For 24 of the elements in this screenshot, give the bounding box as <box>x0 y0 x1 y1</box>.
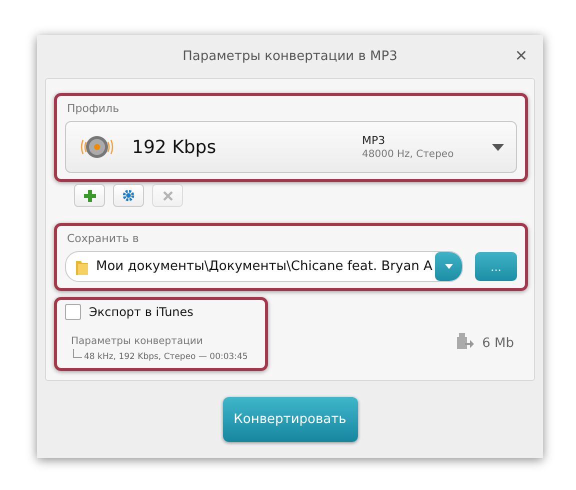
conversion-label: Параметры конвертации <box>71 336 204 347</box>
window-title: Параметры конвертации в MP3 <box>182 49 398 64</box>
browse-button[interactable]: ... <box>475 252 517 281</box>
file-size: 6 Mb <box>482 336 514 350</box>
close-button[interactable]: × <box>509 45 533 68</box>
add-button[interactable] <box>74 184 105 207</box>
folder-icon <box>76 258 88 274</box>
checkbox[interactable] <box>65 304 81 320</box>
caret-icon <box>444 264 452 269</box>
profile-label: Профиль <box>67 102 120 115</box>
plus-icon <box>84 190 96 202</box>
path-field[interactable]: Мои документы\Документы\Chicane feat. Bryan A <box>65 251 463 282</box>
save-label: Сохранить в <box>67 232 140 245</box>
conversion-summary: 48 kHz, 192 Kbps, Стерео — 00:03:45 <box>84 352 248 362</box>
dropdown-button[interactable] <box>435 252 462 281</box>
close-icon <box>162 190 172 200</box>
caret-icon <box>492 144 504 150</box>
gear-icon <box>122 189 135 202</box>
checkbox-label: Экспорт в iTunes <box>89 305 194 319</box>
profile-dropdown[interactable]: 192 Kbps MP3 48000 Hz, Стерео <box>65 121 517 173</box>
format-details: 48000 Hz, Стерео <box>362 149 455 160</box>
format-name: MP3 <box>362 134 386 147</box>
speaker-icon <box>80 133 114 161</box>
settings-button[interactable] <box>113 184 144 207</box>
